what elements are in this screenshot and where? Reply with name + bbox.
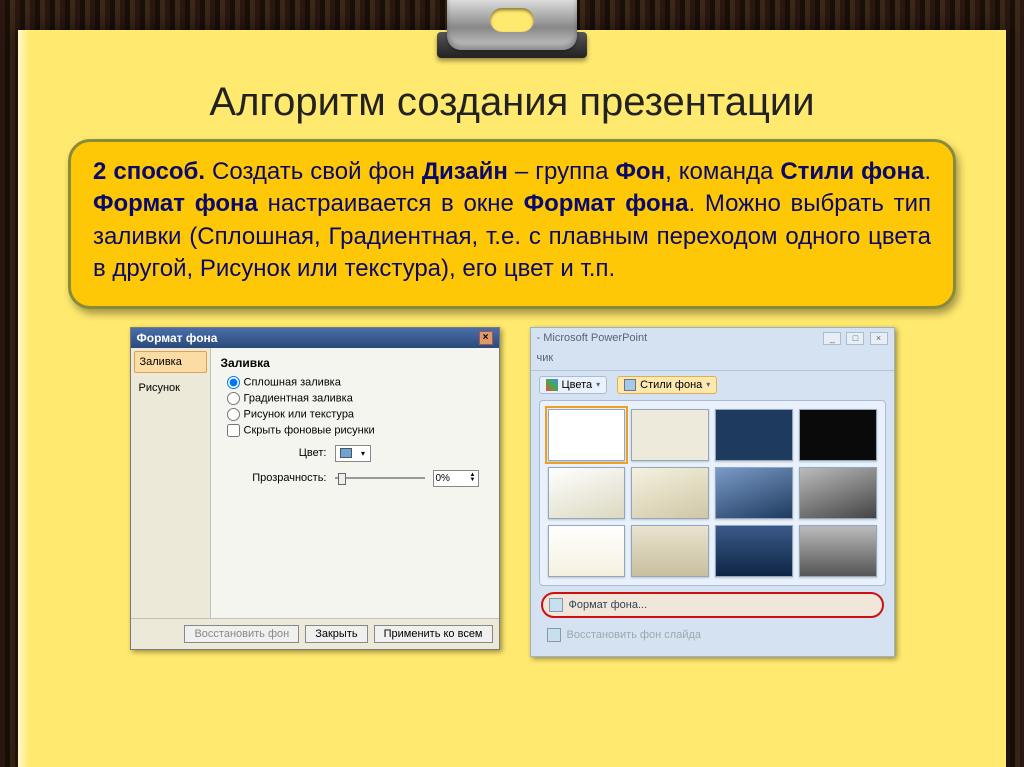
- background-style-thumb[interactable]: [631, 409, 709, 461]
- checkbox-hide-bg-graphics[interactable]: Скрыть фоновые рисунки: [227, 424, 489, 437]
- background-style-thumb[interactable]: [631, 525, 709, 577]
- color-picker-button[interactable]: ▾: [335, 445, 371, 462]
- dialog-titlebar[interactable]: Формат фона ×: [131, 328, 499, 348]
- maximize-icon[interactable]: □: [846, 332, 864, 345]
- apply-to-all-button[interactable]: Применить ко всем: [374, 625, 493, 643]
- dialog-sidebar: Заливка Рисунок: [131, 348, 211, 618]
- sidebar-item-fill[interactable]: Заливка: [134, 351, 207, 373]
- minimize-icon[interactable]: _: [823, 332, 841, 345]
- radio-gradient-fill[interactable]: Градиентная заливка: [227, 392, 489, 405]
- slide-title: Алгоритм создания презентации: [48, 80, 976, 125]
- colors-dropdown[interactable]: Цвета▾: [539, 376, 608, 394]
- background-style-thumb[interactable]: [631, 467, 709, 519]
- background-styles-gallery: [539, 400, 886, 586]
- reset-background-button[interactable]: Восстановить фон: [184, 625, 299, 643]
- binder-clip: [397, 0, 627, 64]
- sidebar-item-picture[interactable]: Рисунок: [131, 376, 210, 400]
- format-background-dialog: Формат фона × Заливка Рисунок Заливка Сп…: [130, 327, 500, 650]
- format-background-icon: [549, 598, 563, 612]
- background-style-thumb[interactable]: [799, 467, 877, 519]
- background-styles-dropdown[interactable]: Стили фона▾: [617, 376, 717, 394]
- dialog-main-panel: Заливка Сплошная заливка Градиентная зал…: [211, 348, 499, 618]
- reset-slide-background-menu-item[interactable]: Восстановить фон слайда: [541, 624, 884, 646]
- transparency-label: Прозрачность:: [247, 472, 327, 484]
- background-style-thumb[interactable]: [548, 467, 626, 519]
- background-style-thumb[interactable]: [715, 409, 793, 461]
- close-button[interactable]: Закрыть: [305, 625, 367, 643]
- radio-solid-fill[interactable]: Сплошная заливка: [227, 376, 489, 389]
- background-style-thumb[interactable]: [799, 525, 877, 577]
- background-style-thumb[interactable]: [715, 525, 793, 577]
- fill-heading: Заливка: [221, 356, 489, 370]
- dialog-title: Формат фона: [137, 331, 218, 345]
- color-label: Цвет:: [247, 447, 327, 459]
- close-window-icon[interactable]: ×: [870, 332, 888, 345]
- background-style-thumb[interactable]: [715, 467, 793, 519]
- transparency-slider[interactable]: [335, 471, 425, 485]
- app-title: - Microsoft PowerPoint: [537, 332, 648, 344]
- background-style-thumb[interactable]: [548, 525, 626, 577]
- powerpoint-window: - Microsoft PowerPoint _ □ × чик Цвета▾ …: [530, 327, 895, 657]
- background-style-thumb[interactable]: [548, 409, 626, 461]
- reset-background-icon: [547, 628, 561, 642]
- slide-body-text: 2 способ. Создать свой фон Дизайн – груп…: [68, 139, 956, 309]
- ribbon-tab[interactable]: чик: [531, 349, 894, 371]
- background-style-thumb[interactable]: [799, 409, 877, 461]
- format-background-menu-item[interactable]: Формат фона...: [541, 592, 884, 618]
- transparency-spinbox[interactable]: 0%▲▼: [433, 470, 479, 487]
- close-icon[interactable]: ×: [479, 331, 493, 345]
- radio-picture-texture[interactable]: Рисунок или текстура: [227, 408, 489, 421]
- slide: Алгоритм создания презентации 2 способ. …: [18, 30, 1006, 767]
